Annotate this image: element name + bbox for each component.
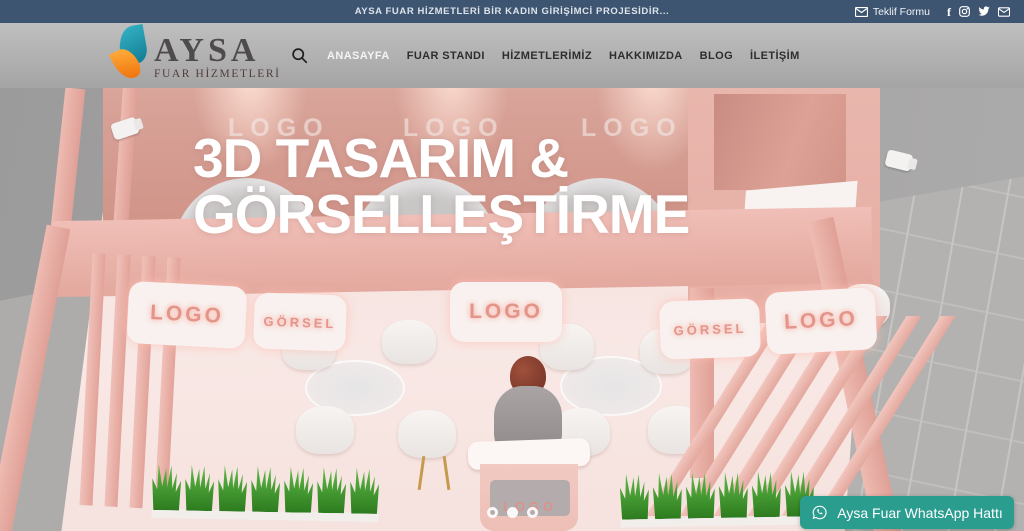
quote-form-label: Teklif Formu	[873, 6, 930, 18]
nav-bar: AYSA FUAR HİZMETLERİ ANASAYFA FUAR STAND…	[0, 23, 1024, 88]
nav-menu: ANASAYFA FUAR STANDI HİZMETLERİMİZ HAKKI…	[291, 23, 800, 88]
hanging-sign-gorsel: GÖRSEL	[253, 292, 347, 351]
mail-icon[interactable]	[998, 7, 1010, 17]
quote-form-link[interactable]: Teklif Formu	[855, 6, 930, 18]
hanging-sign-logo: LOGO	[450, 282, 562, 342]
nav-item-iletisim[interactable]: İLETİŞİM	[750, 50, 800, 62]
hero-heading-line1: 3D TASARIM &	[193, 130, 689, 186]
slider-dots	[487, 507, 538, 518]
whatsapp-label: Aysa Fuar WhatsApp Hattı	[837, 505, 1002, 521]
slider-dot-2-active[interactable]	[507, 507, 518, 518]
hanging-sign-logo: LOGO	[764, 287, 877, 355]
hanging-sign-gorsel: GÖRSEL	[659, 298, 761, 359]
chair	[296, 406, 354, 454]
topbar-right-group: Teklif Formu f	[855, 6, 1010, 18]
chair	[398, 410, 456, 458]
slider-dot-3[interactable]	[527, 507, 538, 518]
planter-right	[620, 470, 815, 519]
nav-item-anasayfa[interactable]: ANASAYFA	[327, 50, 390, 62]
nav-item-fuar-standi[interactable]: FUAR STANDI	[407, 50, 485, 62]
envelope-icon	[855, 7, 868, 17]
facebook-icon[interactable]: f	[947, 7, 951, 17]
logo[interactable]: AYSA FUAR HİZMETLERİ	[112, 26, 281, 82]
search-icon	[291, 47, 308, 64]
flame-icon	[112, 26, 152, 82]
instagram-icon[interactable]	[959, 6, 970, 17]
logo-title: AYSA	[154, 34, 281, 68]
nav-item-hakkimizda[interactable]: HAKKIMIZDA	[609, 50, 683, 62]
hanging-sign-logo: LOGO	[126, 281, 247, 349]
top-bar: AYSA FUAR HİZMETLERİ BİR KADIN GİRİŞİMCİ…	[0, 0, 1024, 23]
hero-heading: 3D TASARIM & GÖRSELLEŞTİRME	[193, 130, 689, 242]
slider-dot-1[interactable]	[487, 507, 498, 518]
nav-item-hizmetlerimiz[interactable]: HİZMETLERİMİZ	[502, 50, 592, 62]
hero-slider: LOGO LOGO LOGO GÖRSEL	[0, 88, 1024, 531]
social-links: f	[947, 6, 1010, 17]
stand-post	[51, 88, 86, 231]
hero-heading-line2: GÖRSELLEŞTİRME	[193, 186, 689, 242]
twitter-icon[interactable]	[978, 6, 990, 17]
nav-item-blog[interactable]: BLOG	[700, 50, 733, 62]
search-button[interactable]	[291, 47, 308, 64]
whatsapp-icon	[811, 504, 828, 521]
page: AYSA FUAR HİZMETLERİ BİR KADIN GİRİŞİMCİ…	[0, 0, 1024, 531]
logo-subtitle: FUAR HİZMETLERİ	[154, 69, 281, 81]
chair	[382, 320, 436, 364]
spotlight-icon	[884, 149, 913, 172]
planter-left	[152, 464, 380, 514]
whatsapp-button[interactable]: Aysa Fuar WhatsApp Hattı	[800, 496, 1014, 529]
